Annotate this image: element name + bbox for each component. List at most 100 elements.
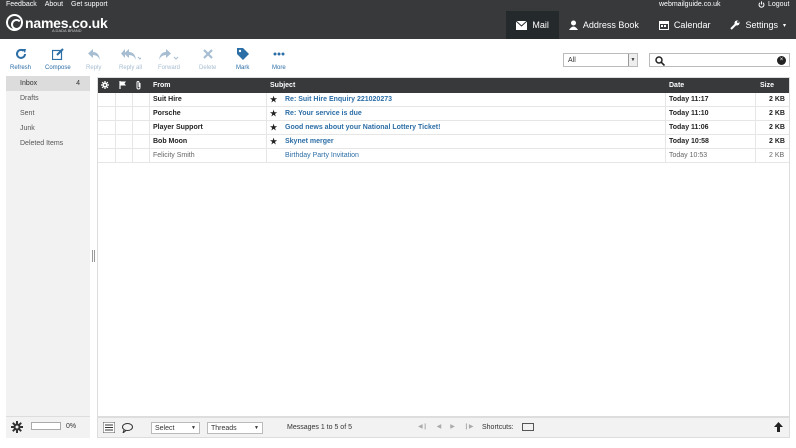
message-from: Felicity Smith — [153, 152, 195, 159]
chevron-down-icon: ▼ — [191, 425, 196, 431]
power-icon — [758, 1, 765, 8]
shortcuts-label: Shortcuts: — [482, 424, 514, 431]
top-strip: Feedback About Get support webmailguide.… — [0, 0, 796, 11]
threads-label: Threads — [211, 425, 237, 432]
account-host: webmailguide.co.uk — [659, 1, 721, 8]
message-row[interactable]: Bob Moon ★ Skynet merger Today 10:58 2 K… — [98, 135, 789, 149]
logout-button[interactable]: Logout — [758, 1, 789, 8]
search-box: × — [649, 53, 790, 67]
column-from[interactable]: From — [153, 82, 171, 89]
message-filter-select[interactable]: All ▼ — [563, 53, 638, 67]
message-count-text: Messages 1 to 5 of 5 — [287, 424, 352, 431]
attachment-icon — [136, 81, 141, 90]
column-date[interactable]: Date — [669, 82, 684, 89]
reply-all-label: Reply all — [119, 65, 143, 71]
mark-button[interactable]: Mark — [236, 47, 249, 71]
message-subject[interactable]: Birthday Party Invitation — [285, 152, 359, 159]
person-icon — [568, 20, 578, 30]
delete-button[interactable]: Delete — [199, 47, 216, 71]
folder-drafts[interactable]: Drafts — [6, 91, 90, 106]
arrow-up-icon[interactable] — [774, 422, 783, 432]
message-size: 2 KB — [769, 138, 785, 145]
compose-button[interactable]: Compose — [45, 47, 71, 71]
forward-button[interactable]: Forward — [158, 47, 180, 71]
message-from: Player Support — [153, 124, 203, 131]
folder-label: Sent — [20, 110, 35, 117]
star-icon[interactable]: ★ — [270, 123, 277, 132]
next-page-icon[interactable]: ▶ — [450, 423, 455, 430]
delete-label: Delete — [199, 65, 217, 71]
message-row[interactable]: Suit Hire ★ Re: Suit Hire Enquiry 221020… — [98, 93, 789, 107]
message-date: Today 11:17 — [669, 96, 709, 103]
quota-percent: 0% — [66, 423, 77, 430]
gear-icon[interactable] — [11, 421, 23, 433]
clear-search-icon[interactable]: × — [777, 56, 786, 65]
nav-settings[interactable]: Settings ▾ — [720, 11, 796, 39]
more-button[interactable]: More — [272, 47, 286, 71]
message-row[interactable]: Player Support ★ Good news about your Na… — [98, 121, 789, 135]
message-row[interactable]: Felicity Smith Birthday Party Invitation… — [98, 149, 789, 163]
folder-deleted-items[interactable]: Deleted Items — [6, 136, 90, 151]
message-size: 2 KB — [769, 152, 785, 159]
select-dropdown[interactable]: Select ▼ — [151, 422, 200, 434]
star-icon[interactable]: ★ — [270, 137, 277, 146]
message-row[interactable]: Porsche ★ Re: Your service is due Today … — [98, 107, 789, 121]
pane-resize-handle[interactable] — [92, 250, 95, 262]
folder-inbox[interactable]: Inbox 4 — [6, 76, 90, 91]
search-input[interactable] — [666, 55, 776, 65]
nav-address-book[interactable]: Address Book — [559, 11, 649, 39]
reply-icon — [87, 48, 100, 60]
folder-junk[interactable]: Junk — [6, 121, 90, 136]
reply-label: Reply — [86, 65, 102, 71]
list-view-icon[interactable] — [103, 422, 115, 433]
more-label: More — [272, 65, 286, 71]
message-list-header: From Subject Date Size — [98, 78, 789, 93]
first-page-icon[interactable]: ◀❙ — [418, 423, 428, 430]
feedback-link[interactable]: Feedback — [6, 1, 37, 8]
reply-button[interactable]: Reply — [86, 47, 101, 71]
delete-icon — [202, 49, 213, 59]
message-from: Porsche — [153, 110, 181, 117]
brand-tagline: A DADA BRAND — [52, 28, 82, 33]
message-subject[interactable]: Re: Your service is due — [285, 110, 362, 117]
message-subject[interactable]: Re: Suit Hire Enquiry 221020273 — [285, 96, 392, 103]
unread-count-badge: 4 — [76, 80, 80, 87]
message-size: 2 KB — [769, 96, 785, 103]
search-icon — [655, 56, 665, 66]
keyboard-icon[interactable] — [522, 423, 534, 431]
message-list-footer: Select ▼ Threads ▼ Messages 1 to 5 of 5 … — [97, 417, 790, 438]
list-options-gear-icon[interactable] — [101, 81, 109, 89]
last-page-icon[interactable]: ❙▶ — [464, 423, 474, 430]
nav-mail[interactable]: Mail — [506, 11, 559, 39]
top-links: Feedback About Get support — [6, 1, 108, 8]
speech-bubble-icon[interactable] — [122, 423, 133, 433]
reply-all-button[interactable]: Reply all — [119, 47, 142, 71]
get-support-link[interactable]: Get support — [71, 1, 108, 8]
nav-settings-label: Settings — [745, 20, 778, 30]
star-icon[interactable]: ★ — [270, 109, 277, 118]
star-icon[interactable]: ★ — [270, 95, 277, 104]
nav-address-book-label: Address Book — [582, 20, 639, 30]
message-date: Today 11:10 — [669, 110, 709, 117]
folder-sidebar: Inbox 4 Drafts Sent Junk Deleted Items — [6, 76, 90, 438]
reply-all-icon — [120, 48, 141, 60]
refresh-button[interactable]: Refresh — [10, 47, 31, 71]
message-subject[interactable]: Skynet merger — [285, 138, 334, 145]
folder-label: Inbox — [20, 80, 38, 87]
folder-label: Junk — [20, 125, 35, 132]
column-subject[interactable]: Subject — [270, 82, 295, 89]
previous-page-icon[interactable]: ◀ — [437, 423, 442, 430]
column-size[interactable]: Size — [760, 82, 774, 89]
message-date: Today 10:58 — [669, 138, 709, 145]
threads-dropdown[interactable]: Threads ▼ — [207, 422, 263, 434]
nav-calendar[interactable]: Calendar — [649, 11, 721, 39]
message-size: 2 KB — [769, 124, 785, 131]
refresh-icon — [15, 48, 26, 59]
about-link[interactable]: About — [45, 1, 63, 8]
refresh-label: Refresh — [10, 65, 32, 71]
more-dots-icon — [273, 52, 285, 56]
folder-sent[interactable]: Sent — [6, 106, 90, 121]
wrench-icon — [730, 20, 740, 30]
mail-icon — [516, 20, 528, 30]
message-subject[interactable]: Good news about your National Lottery Ti… — [285, 124, 440, 131]
